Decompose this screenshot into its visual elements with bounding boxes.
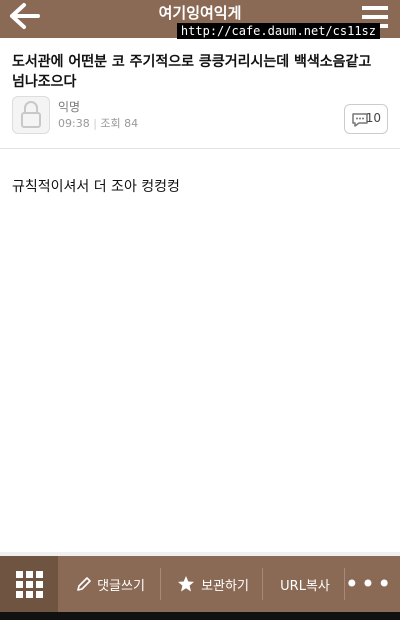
copy-url-button[interactable]: URL복사	[270, 556, 340, 612]
post-title: 도서관에 어떤분 코 주기적으로 킁킁거리시는데 백색소음같고 넘나조으다	[12, 54, 372, 90]
author-name: 익명	[58, 100, 81, 114]
system-bar	[0, 612, 400, 620]
post-meta: 익명 09:38 | 조회 84 10	[12, 96, 388, 136]
top-bar: 여기잉여익게 http://cafe.daum.net/cs11sz	[0, 0, 400, 39]
bottom-toolbar: 댓글쓰기 보관하기 URL복사 •••	[0, 556, 400, 612]
post-time: 09:38	[58, 117, 90, 130]
star-icon	[178, 576, 195, 592]
lock-icon	[21, 101, 41, 128]
pencil-icon	[77, 577, 91, 591]
divider	[160, 568, 161, 600]
save-label: 보관하기	[201, 578, 249, 594]
avatar	[12, 96, 50, 134]
more-icon: •••	[344, 570, 394, 598]
view-count: 조회 84	[100, 117, 139, 130]
grid-icon	[16, 571, 43, 598]
grid-menu-button[interactable]	[0, 556, 58, 612]
divider	[0, 148, 400, 149]
url-watermark: http://cafe.daum.net/cs11sz	[176, 23, 380, 39]
post-subline: 09:38 | 조회 84	[58, 115, 138, 131]
comment-count: 10	[365, 111, 381, 125]
write-comment-button[interactable]: 댓글쓰기	[70, 556, 150, 612]
page-title: 여기잉여익게	[158, 4, 242, 22]
write-comment-label: 댓글쓰기	[97, 578, 145, 594]
post-content: 규칙적이셔서 더 조아 컹컹컹	[12, 179, 180, 195]
divider	[262, 568, 263, 600]
more-button[interactable]: •••	[344, 556, 394, 612]
copy-url-label: URL복사	[280, 578, 330, 594]
comment-count-button[interactable]: 10	[344, 104, 388, 134]
save-button[interactable]: 보관하기	[170, 556, 256, 612]
